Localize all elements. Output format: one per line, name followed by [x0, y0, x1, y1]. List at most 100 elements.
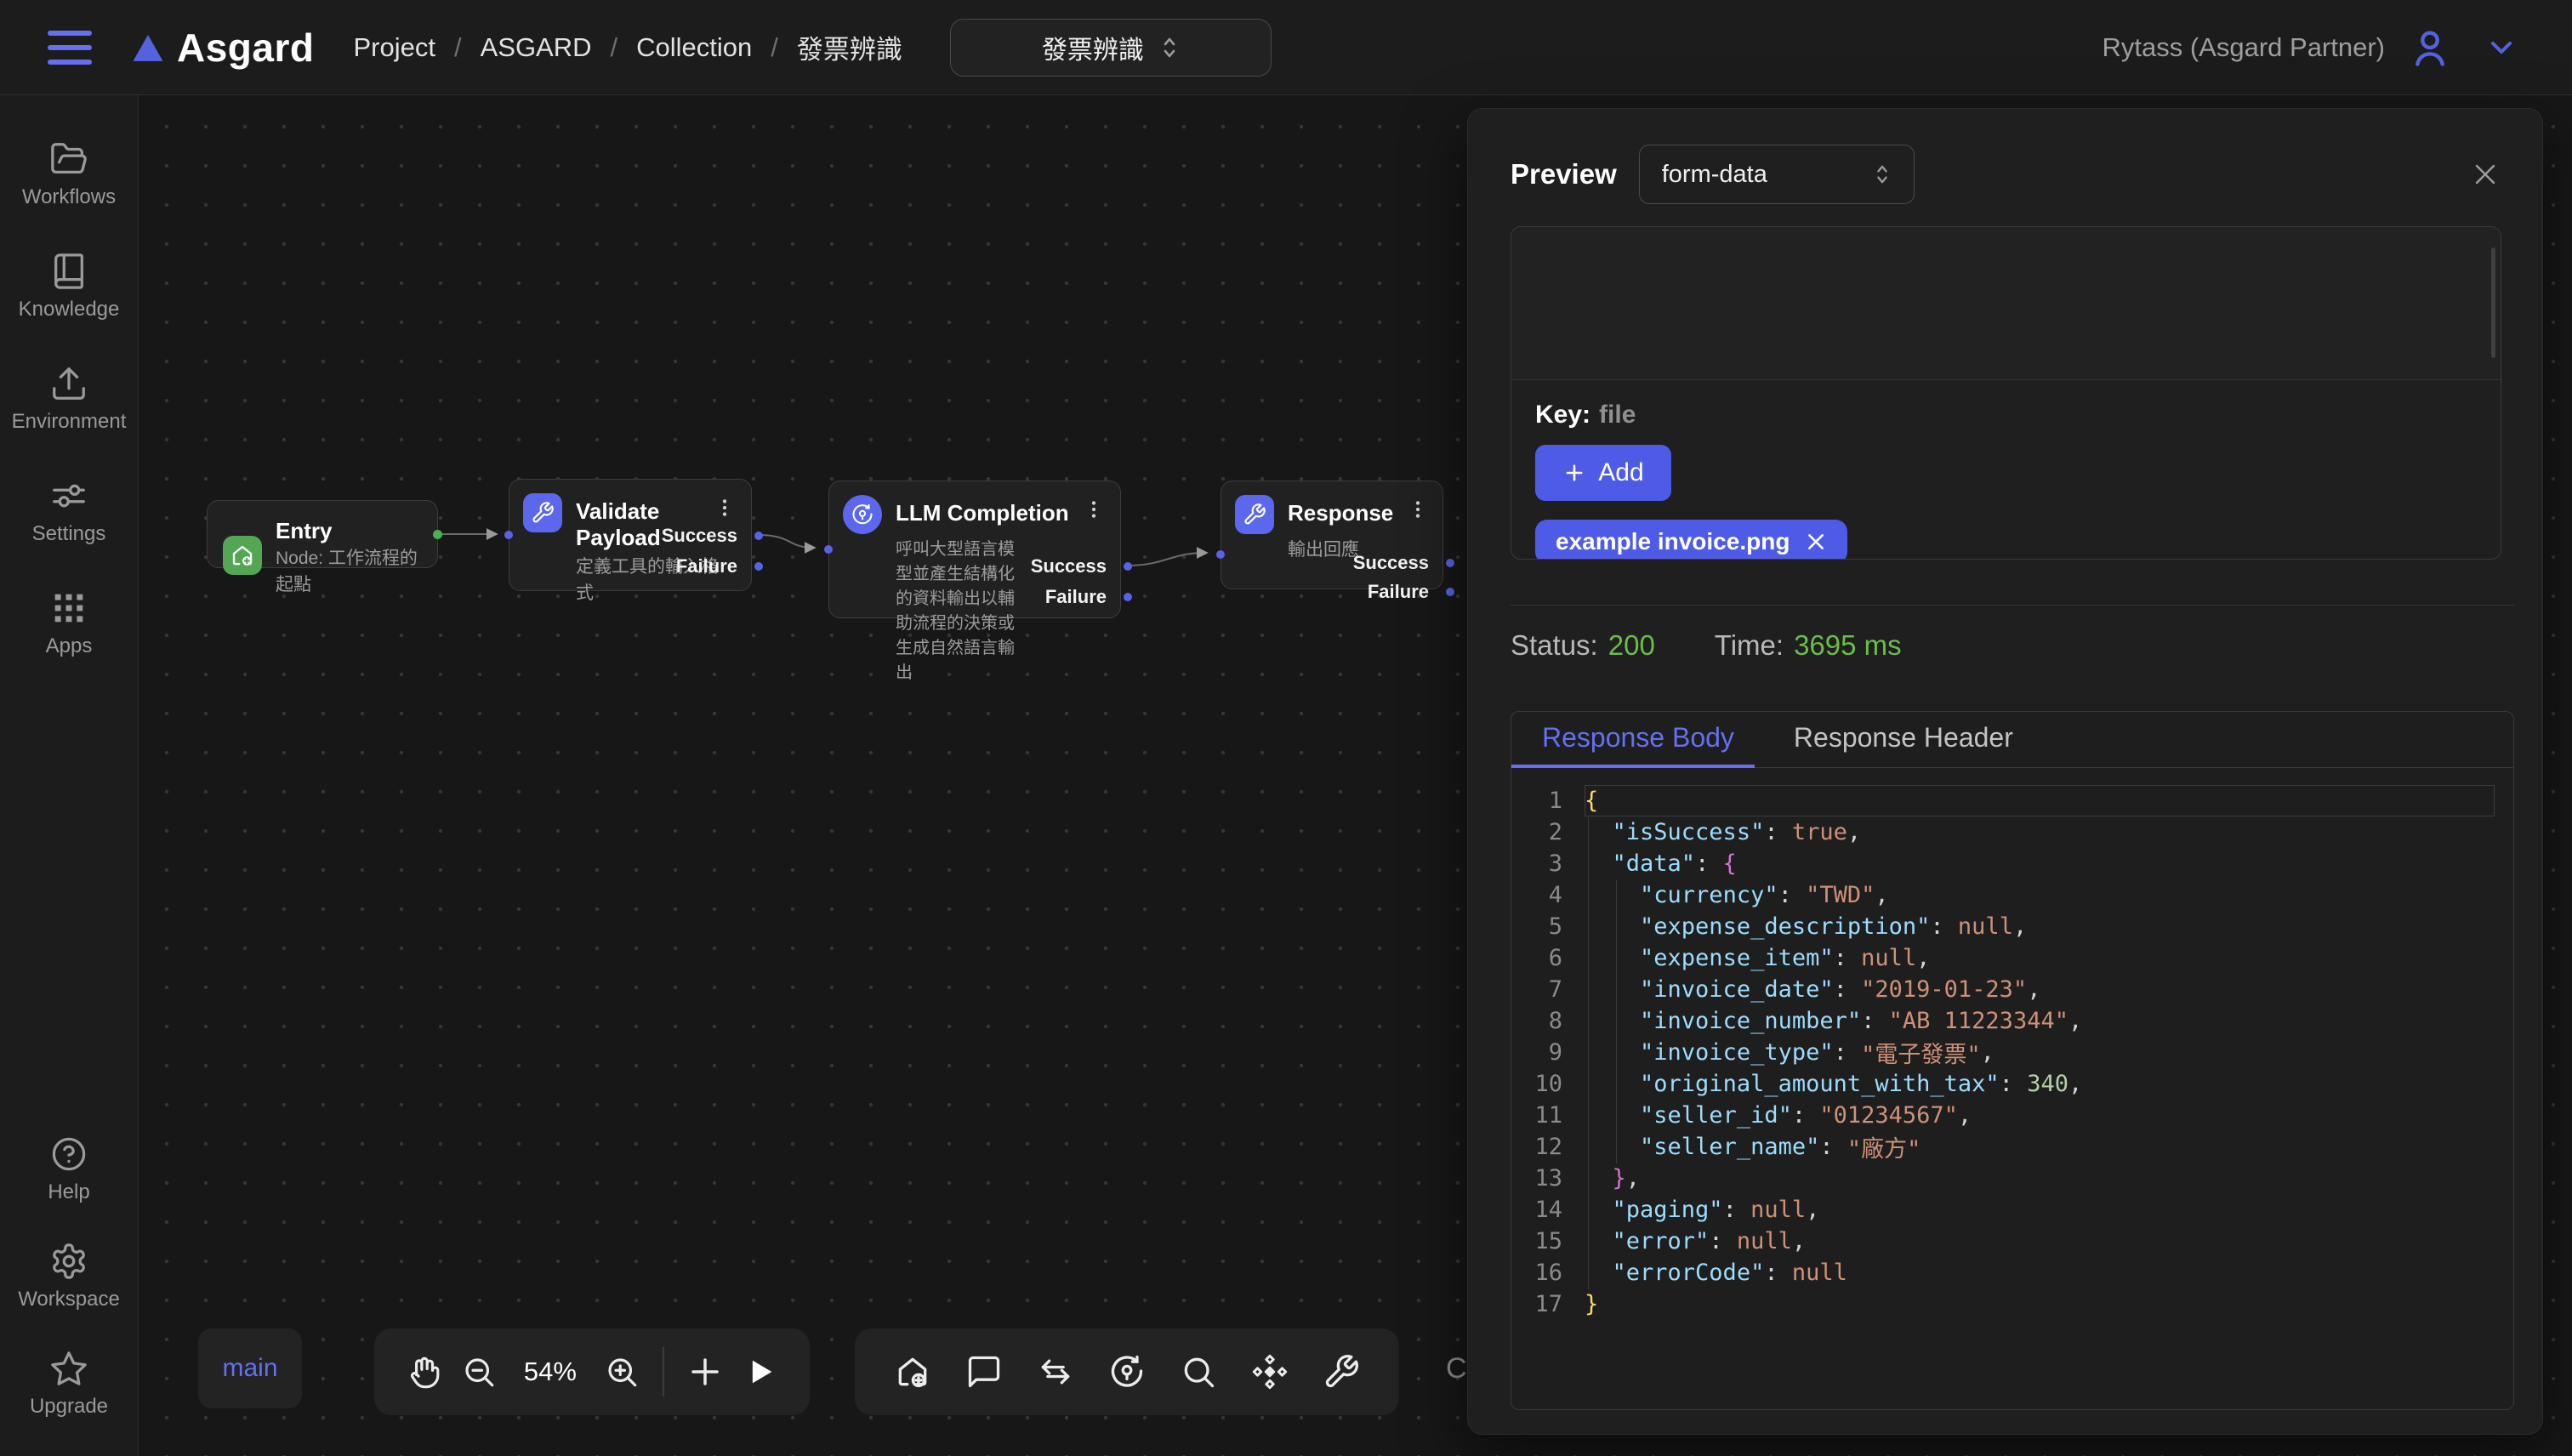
- node-llm-completion[interactable]: LLM Completion 呼叫大型語言模型並產生結構化的資料輸出以輔助流程的…: [828, 481, 1121, 618]
- port-failure[interactable]: Failure: [676, 555, 737, 578]
- search-icon[interactable]: [1172, 1345, 1225, 1398]
- node-palette-toolbar: [855, 1328, 1399, 1415]
- time-label: Time:: [1715, 629, 1784, 661]
- kebab-menu-icon[interactable]: [1083, 495, 1105, 520]
- code-editor[interactable]: 1{2 "isSuccess": true,3 "data": {4 "curr…: [1511, 768, 2513, 1320]
- line-number: 17: [1511, 1291, 1585, 1317]
- sidebar-item-apps[interactable]: Apps: [12, 589, 127, 658]
- port-success[interactable]: Success: [1353, 551, 1429, 575]
- panel-divider: [1511, 605, 2514, 606]
- code-text: "invoice_type": "電子發票",: [1585, 1037, 2513, 1068]
- workflow-select[interactable]: 發票辨識: [950, 19, 1272, 77]
- breadcrumb-asgard[interactable]: ASGARD: [481, 32, 592, 63]
- code-text: "error": null,: [1585, 1226, 2513, 1257]
- port-failure[interactable]: Failure: [1045, 585, 1107, 609]
- code-text: "seller_name": "廠方": [1585, 1131, 2513, 1163]
- sidebar-item-label: Help: [48, 1180, 89, 1204]
- code-text: "original_amount_with_tax": 340,: [1585, 1068, 2513, 1100]
- line-number: 4: [1511, 882, 1585, 908]
- node-entry[interactable]: Entry Node: 工作流程的起點: [207, 500, 438, 568]
- code-lines: 1{2 "isSuccess": true,3 "data": {4 "curr…: [1511, 785, 2513, 1320]
- star-icon: [49, 1349, 88, 1388]
- sidebar-item-knowledge[interactable]: Knowledge: [12, 252, 127, 321]
- user-icon[interactable]: [2404, 21, 2456, 74]
- run-play-icon[interactable]: [737, 1345, 784, 1398]
- key-value: file: [1599, 401, 1636, 429]
- preview-title: Preview: [1511, 158, 1617, 191]
- close-icon[interactable]: [2471, 160, 2500, 189]
- line-number: 1: [1511, 788, 1585, 814]
- apps-grid-icon: [49, 589, 88, 628]
- upload-icon: [49, 364, 88, 403]
- line-number: 11: [1511, 1102, 1585, 1129]
- response-tabs: Response Body Response Header: [1511, 712, 2513, 768]
- file-chip[interactable]: example invoice.png: [1535, 520, 1847, 560]
- port-success[interactable]: Success: [662, 524, 737, 548]
- chip-remove-icon[interactable]: [1805, 531, 1827, 553]
- success-port-dot[interactable]: [1446, 559, 1454, 567]
- breadcrumb-collection[interactable]: Collection: [636, 32, 752, 63]
- brand[interactable]: Asgard: [131, 25, 314, 71]
- sidebar-item-upgrade[interactable]: Upgrade: [18, 1349, 120, 1419]
- select-chevrons-icon: [1873, 162, 1892, 186]
- sidebar-item-workspace[interactable]: Workspace: [18, 1242, 120, 1311]
- code-line: 2 "isSuccess": true,: [1511, 816, 2513, 848]
- llm-node-icon[interactable]: [1101, 1345, 1153, 1398]
- node-validate-payload[interactable]: Validate Payload 定義工具的輸入格式 Success Failu…: [509, 479, 752, 591]
- port-success[interactable]: Success: [1031, 555, 1107, 578]
- file-chip-label: example invoice.png: [1556, 528, 1790, 555]
- sidebar-item-environment[interactable]: Environment: [12, 364, 127, 434]
- code-text: "invoice_date": "2019-01-23",: [1585, 974, 2513, 1005]
- tools-wrench-icon[interactable]: [1315, 1345, 1368, 1398]
- input-port-dot[interactable]: [1216, 550, 1225, 559]
- line-number: 6: [1511, 945, 1585, 971]
- form-body: Key:file Add example invoice.png: [1511, 380, 2501, 560]
- move-diamond-icon[interactable]: [1243, 1345, 1296, 1398]
- node-title: Entry: [276, 513, 422, 544]
- sidebar: Workflows Knowledge Environment Settings…: [0, 95, 139, 1456]
- account-chevron-down-icon[interactable]: [2475, 21, 2528, 74]
- zoom-in-icon[interactable]: [598, 1345, 646, 1398]
- sidebar-item-settings[interactable]: Settings: [12, 476, 127, 546]
- success-port-dot[interactable]: [1124, 562, 1132, 571]
- add-node-icon[interactable]: [681, 1345, 729, 1398]
- input-port-dot[interactable]: [824, 545, 833, 554]
- input-port-dot[interactable]: [504, 531, 513, 539]
- zoom-out-icon[interactable]: [454, 1345, 502, 1398]
- success-port-dot[interactable]: [754, 532, 763, 540]
- comment-icon[interactable]: [958, 1345, 1010, 1398]
- kebab-menu-icon[interactable]: [714, 493, 736, 519]
- failure-port-dot[interactable]: [1446, 588, 1454, 596]
- body-mode-select[interactable]: form-data: [1639, 145, 1915, 204]
- menu-icon[interactable]: [48, 31, 92, 65]
- scrollbar-thumb[interactable]: [2491, 247, 2495, 358]
- add-file-button[interactable]: Add: [1535, 445, 1671, 501]
- code-text: {: [1585, 785, 2495, 816]
- code-line: 4 "currency": "TWD",: [1511, 879, 2513, 911]
- breadcrumb-project[interactable]: Project: [353, 32, 435, 63]
- tab-response-body[interactable]: Response Body: [1542, 722, 1734, 767]
- branch-button[interactable]: main: [198, 1328, 302, 1408]
- code-text: "expense_item": null,: [1585, 942, 2513, 974]
- line-number: 13: [1511, 1165, 1585, 1192]
- sidebar-item-help[interactable]: Help: [18, 1135, 120, 1204]
- node-response[interactable]: Response 輸出回應 Success Failure: [1221, 481, 1443, 589]
- line-number: 8: [1511, 1008, 1585, 1034]
- code-line: 13 },: [1511, 1163, 2513, 1194]
- output-port-dot[interactable]: [433, 530, 442, 539]
- pan-hand-icon[interactable]: [400, 1345, 447, 1398]
- failure-port-dot[interactable]: [754, 562, 763, 571]
- swap-arrows-icon[interactable]: [1029, 1345, 1082, 1398]
- code-text: "invoice_number": "AB 11223344",: [1585, 1005, 2513, 1037]
- sidebar-item-workflows[interactable]: Workflows: [12, 139, 127, 209]
- form-scroll-area[interactable]: [1511, 227, 2501, 380]
- entry-node-icon[interactable]: [886, 1345, 939, 1398]
- port-failure[interactable]: Failure: [1368, 580, 1429, 604]
- code-text: "expense_description": null,: [1585, 911, 2513, 942]
- line-number: 10: [1511, 1071, 1585, 1097]
- breadcrumb-separator: /: [611, 32, 618, 63]
- failure-port-dot[interactable]: [1124, 593, 1132, 601]
- tab-response-header[interactable]: Response Header: [1794, 722, 2013, 767]
- breadcrumb-separator: /: [454, 32, 462, 63]
- kebab-menu-icon[interactable]: [1407, 495, 1429, 520]
